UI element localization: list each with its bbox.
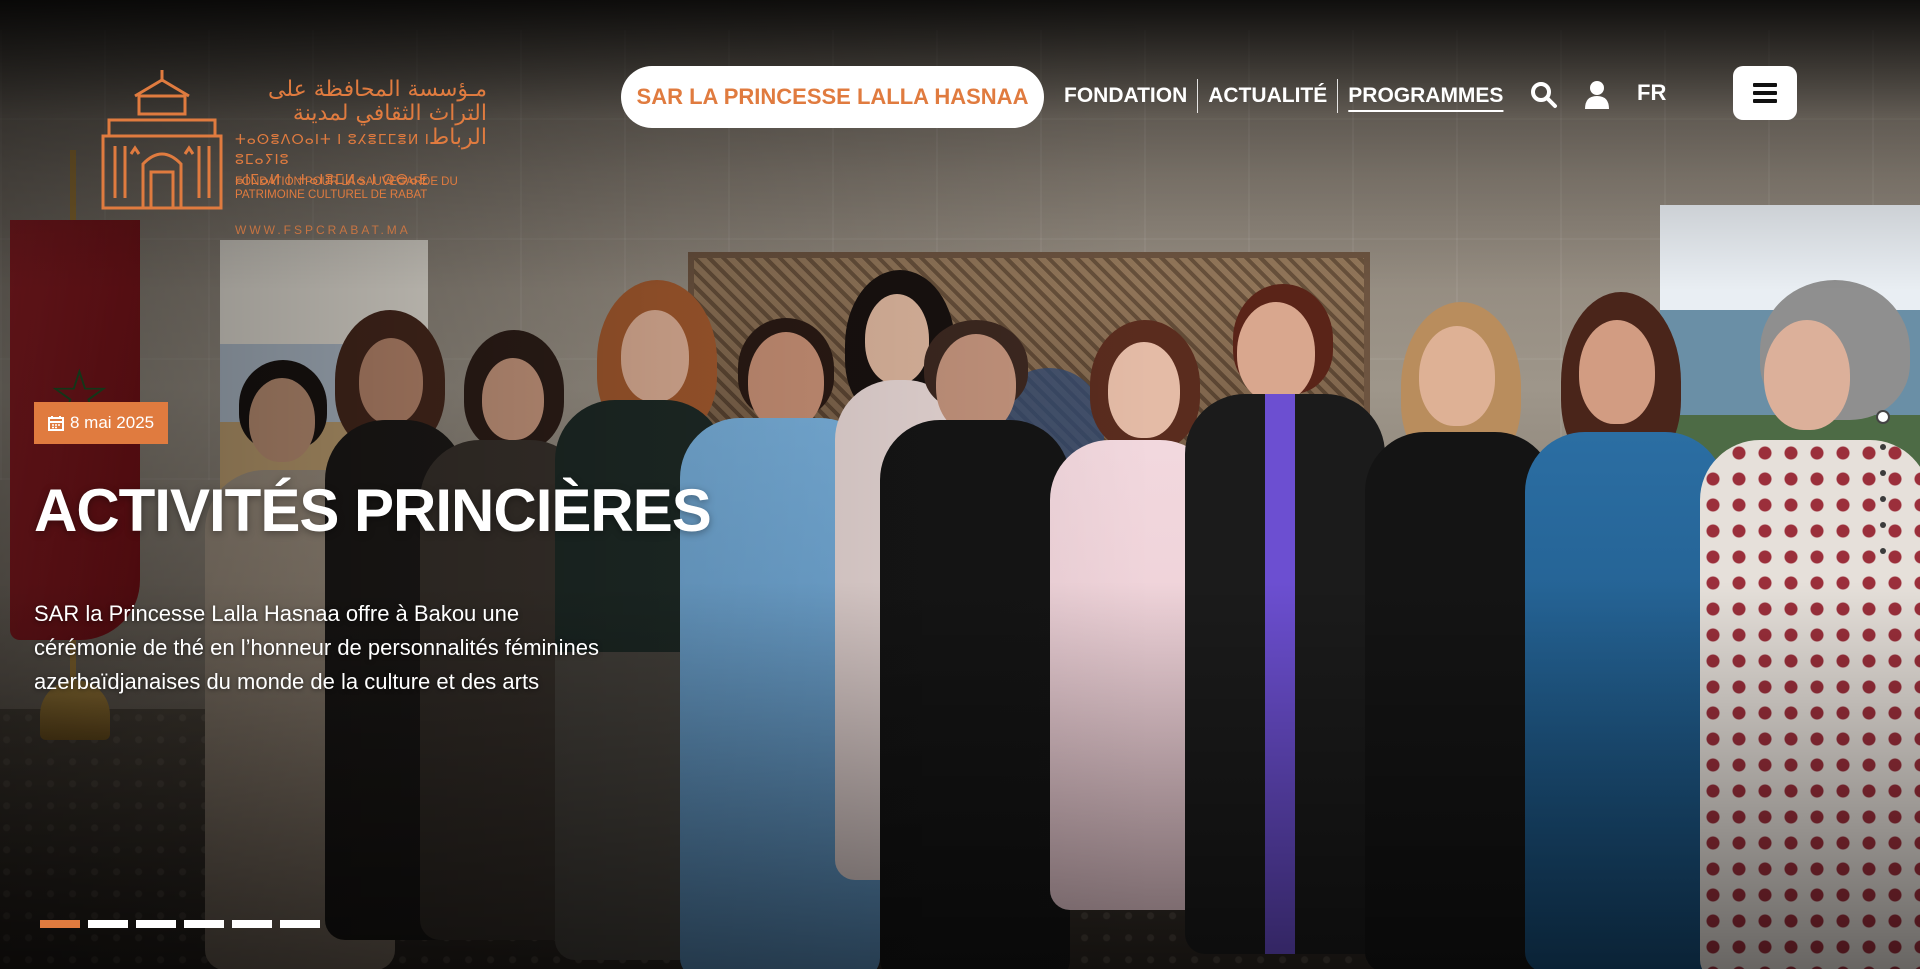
- main-nav: FONDATION ACTUALITÉ PROGRAMMES: [1054, 78, 1513, 114]
- search-icon[interactable]: [1527, 78, 1561, 112]
- side-dot[interactable]: [1880, 496, 1886, 502]
- slide-indicator[interactable]: [232, 920, 272, 928]
- logo-url: WWW.FSPCRABAT.MA: [235, 223, 411, 237]
- nav-link-fondation[interactable]: FONDATION: [1054, 78, 1197, 114]
- side-pagination: [1873, 410, 1893, 574]
- hamburger-menu-icon[interactable]: [1733, 66, 1797, 120]
- side-dot[interactable]: [1880, 444, 1886, 450]
- slide-indicator[interactable]: [136, 920, 176, 928]
- date-badge: 8 mai 2025: [34, 402, 169, 444]
- slide-indicator[interactable]: [280, 920, 320, 928]
- date-text: 8 mai 2025: [70, 413, 155, 432]
- princess-button[interactable]: SAR LA PRINCESSE LALLA HASNAA: [621, 66, 1044, 128]
- monument-logo-icon: [101, 70, 223, 210]
- side-dot[interactable]: [1880, 522, 1886, 528]
- slider-pagination: [40, 920, 320, 928]
- hero-title[interactable]: ACTIVITÉS PRINCIÈRES: [34, 476, 712, 546]
- logo-french-text: FONDATION POUR LA SAUVEGARDE DU PATRIMOI…: [235, 176, 458, 201]
- nav-link-programmes[interactable]: PROGRAMMES: [1338, 78, 1513, 114]
- slide-indicator[interactable]: [40, 920, 80, 928]
- side-dot[interactable]: [1880, 470, 1886, 476]
- slide-indicator[interactable]: [88, 920, 128, 928]
- language-switcher[interactable]: FR: [1637, 80, 1666, 106]
- nav-link-actualite[interactable]: ACTUALITÉ: [1198, 78, 1337, 114]
- slide-indicator[interactable]: [184, 920, 224, 928]
- site-logo[interactable]: مـؤسسة المحافظة على التراث الثقافي لمدين…: [95, 68, 495, 238]
- side-dot[interactable]: [1876, 410, 1890, 424]
- hero-description[interactable]: SAR la Princesse Lalla Hasnaa offre à Ba…: [34, 597, 604, 699]
- calendar-icon: [48, 416, 64, 431]
- user-icon[interactable]: [1580, 78, 1614, 112]
- side-dot[interactable]: [1880, 548, 1886, 554]
